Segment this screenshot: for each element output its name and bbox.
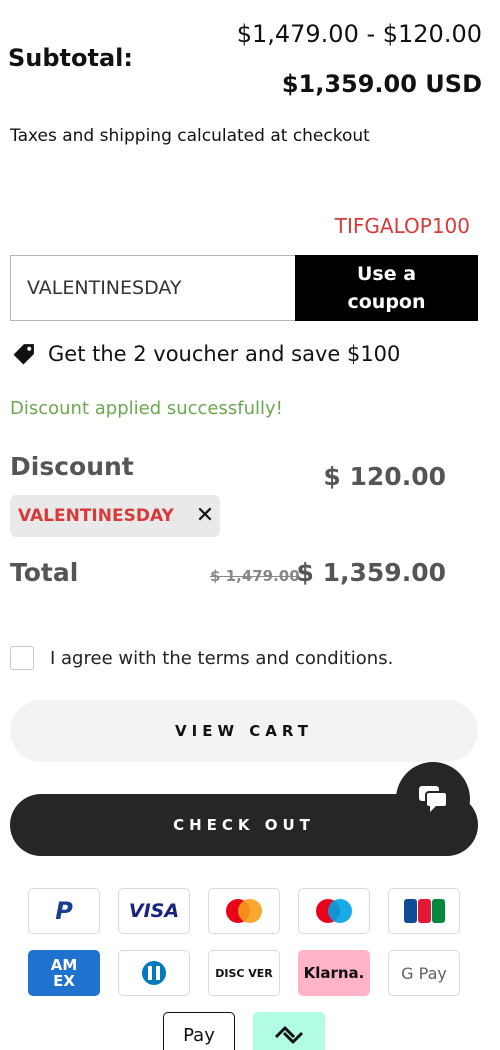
applied-discount-code: VALENTINESDAY [18,506,174,526]
amex-icon: AM EX [28,950,100,996]
view-cart-button[interactable]: VIEW CART [10,700,478,762]
mastercard-icon [208,888,280,934]
use-coupon-button[interactable]: Use a coupon [295,255,478,321]
subtotal-total: $1,359.00 USD [281,70,482,98]
use-coupon-line2: coupon [347,291,426,313]
total-original-price: $ 1,479.00 [210,567,300,585]
google-pay-icon: G Pay [388,950,460,996]
subtotal-label: Subtotal: [8,44,134,72]
diners-club-icon [118,950,190,996]
terms-label: I agree with the terms and conditions. [50,647,394,669]
terms-row[interactable]: I agree with the terms and conditions. [10,646,393,670]
discount-success-message: Discount applied successfully! [10,398,283,419]
applied-discount-chip: VALENTINESDAY ✕ [10,495,220,537]
apple-pay-icon: Pay [163,1012,235,1050]
tax-note: Taxes and shipping calculated at checkou… [10,126,370,146]
voucher-text: Get the 2 voucher and save $100 [48,342,401,366]
discount-label: Discount [10,452,134,481]
use-coupon-line1: Use a [356,263,417,285]
klarna-icon: Klarna. [298,950,370,996]
discover-icon: DISC VER [208,950,280,996]
coupon-form: Use a coupon [10,255,478,321]
coupon-input[interactable] [10,255,295,321]
subtotal-range: $1,479.00 - $120.00 [236,20,482,48]
maestro-icon [298,888,370,934]
discount-amount: $ 120.00 [323,462,446,491]
total-price: $ 1,359.00 [296,558,446,587]
voucher-row: Get the 2 voucher and save $100 [10,340,400,368]
paypal-icon: P [28,888,100,934]
chat-button[interactable] [396,762,470,836]
coupon-code-hint: TIFGALOP100 [334,214,470,238]
total-label: Total [10,558,79,587]
visa-icon: VISA [118,888,190,934]
terms-checkbox[interactable] [10,646,34,670]
chat-icon [419,786,448,812]
tag-icon [13,344,34,365]
jcb-icon [388,888,460,934]
afterpay-icon [253,1012,325,1050]
remove-discount-icon[interactable]: ✕ [196,505,214,527]
